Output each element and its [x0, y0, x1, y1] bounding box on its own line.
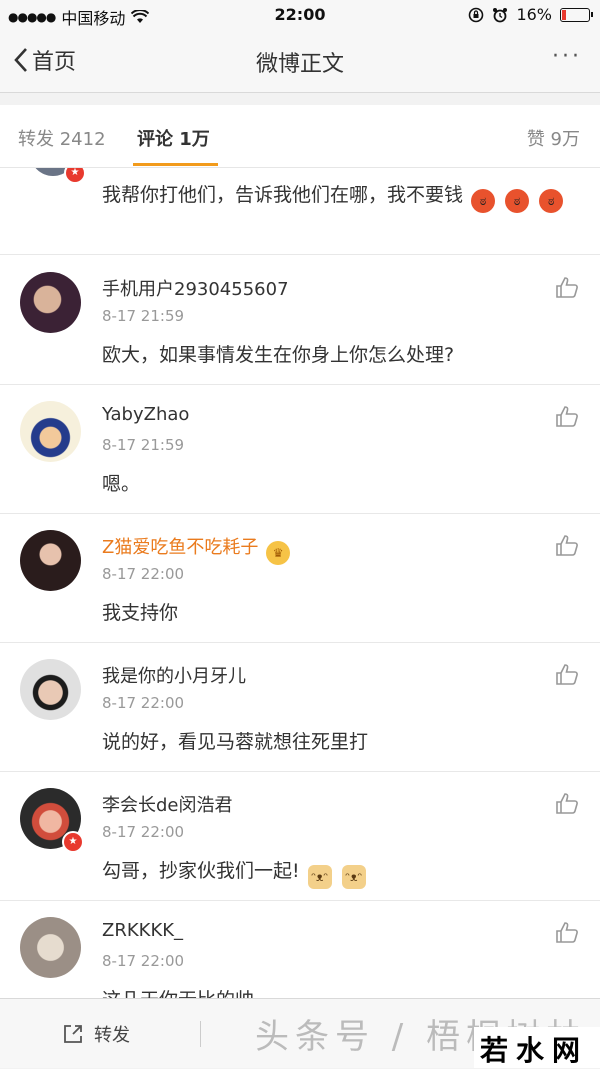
thumbs-up-icon[interactable] [555, 275, 579, 299]
comment-text: 欧大，如果事情发生在你身上你怎么处理? [102, 344, 455, 366]
list-item: YabyZhao 8-17 21:59 嗯。 [0, 384, 600, 514]
comment-text: 说的好，看见马蓉就想往死里打 [102, 731, 369, 753]
commenter-name[interactable]: 李会长de闵浩君 [102, 791, 233, 817]
list-item: ZRKKKK_ 8-17 22:00 这几天你无比的帅 [0, 900, 600, 998]
comment-list[interactable]: ★ 我帮你打他们，告诉我他们在哪，我不要钱 ಠ ಠ ಠ 手机用户29304556… [0, 168, 600, 998]
list-item: ★ 李会长de闵浩君 8-17 22:00 勾哥，抄家伙我们一起! ᵔᴥᵔ ᵔᴥ… [0, 771, 600, 901]
avatar[interactable] [20, 401, 81, 462]
avatar[interactable] [20, 659, 81, 720]
thumbs-up-icon[interactable] [555, 791, 579, 815]
list-item: ★ 我帮你打他们，告诉我他们在哪，我不要钱 ಠ ಠ ಠ [0, 168, 600, 255]
tab-likes[interactable]: 赞 9万 [527, 125, 580, 151]
avatar[interactable] [20, 530, 81, 591]
comment-tabs: 转发 2412 评论 1万 赞 9万 [0, 105, 600, 168]
commenter-name[interactable]: YabyZhao [102, 404, 189, 425]
comment-text: 这几天你无比的帅 [102, 985, 254, 998]
tab-repost[interactable]: 转发 2412 [18, 125, 106, 151]
comment-text: 勾哥，抄家伙我们一起! [102, 860, 300, 882]
comment-text: 嗯。 [102, 473, 141, 495]
crown-emoji-icon: ♛ [266, 541, 291, 565]
bottom-action-bar: 转发 头条号 / 梧桐树林 若水网 [0, 998, 600, 1068]
avatar[interactable] [20, 917, 81, 978]
verified-badge-icon: ★ [62, 831, 84, 853]
active-tab-indicator [133, 163, 218, 166]
comment-time: 8-17 22:00 [102, 952, 185, 970]
page-title: 微博正文 [255, 52, 344, 77]
list-item: 我是你的小月牙儿 8-17 22:00 说的好，看见马蓉就想往死里打 [0, 642, 600, 772]
more-options-button[interactable]: ··· [552, 46, 582, 68]
alarm-icon [493, 7, 508, 22]
thumbs-up-icon[interactable] [555, 533, 579, 557]
rotation-lock-icon [469, 7, 484, 22]
angry-face-emoji-icon: ಠ [539, 189, 564, 213]
repost-icon [64, 1025, 82, 1043]
comment-time: 8-17 22:00 [102, 565, 185, 583]
list-item: 手机用户2930455607 8-17 21:59 欧大，如果事情发生在你身上你… [0, 255, 600, 385]
tab-comments[interactable]: 评论 1万 [137, 125, 210, 151]
comment-text: 我支持你 [102, 602, 179, 624]
thumbs-up-icon[interactable] [555, 404, 579, 428]
commenter-name[interactable]: 手机用户2930455607 [102, 275, 289, 301]
divider [200, 1021, 201, 1047]
commenter-name[interactable]: 我是你的小月牙儿 [102, 662, 246, 688]
angry-face-emoji-icon: ಠ [505, 189, 530, 213]
status-bar: ●●●●● 中国移动 22:00 16% [0, 0, 600, 30]
doge-emoji-icon: ᵔᴥᵔ [341, 865, 366, 889]
comment-time: 8-17 22:00 [102, 694, 185, 712]
doge-emoji-icon: ᵔᴥᵔ [307, 865, 332, 889]
thumbs-up-icon[interactable] [555, 662, 579, 686]
thumbs-up-icon[interactable] [555, 920, 579, 944]
commenter-name[interactable]: ZRKKKK_ [102, 920, 183, 941]
list-item: Z猫爱吃鱼不吃耗子 ♛ 8-17 22:00 我支持你 [0, 513, 600, 643]
navigation-bar: 首页 微博正文 ··· [0, 30, 600, 93]
battery-icon [560, 7, 593, 22]
repost-label: 转发 [94, 1025, 130, 1046]
verified-badge-icon: ★ [64, 168, 86, 184]
angry-face-emoji-icon: ಠ [471, 189, 496, 213]
battery-percent: 16% [516, 5, 552, 24]
comment-time: 8-17 21:59 [102, 307, 185, 325]
avatar[interactable] [20, 272, 81, 333]
site-logo-text: 若水网 [480, 1034, 589, 1067]
repost-button[interactable]: 转发 [62, 1021, 130, 1047]
comment-text: 我帮你打他们，告诉我他们在哪，我不要钱 [102, 184, 464, 206]
comment-time: 8-17 21:59 [102, 436, 185, 454]
commenter-name[interactable]: Z猫爱吃鱼不吃耗子 ♛ [102, 533, 292, 565]
comment-time: 8-17 22:00 [102, 823, 185, 841]
